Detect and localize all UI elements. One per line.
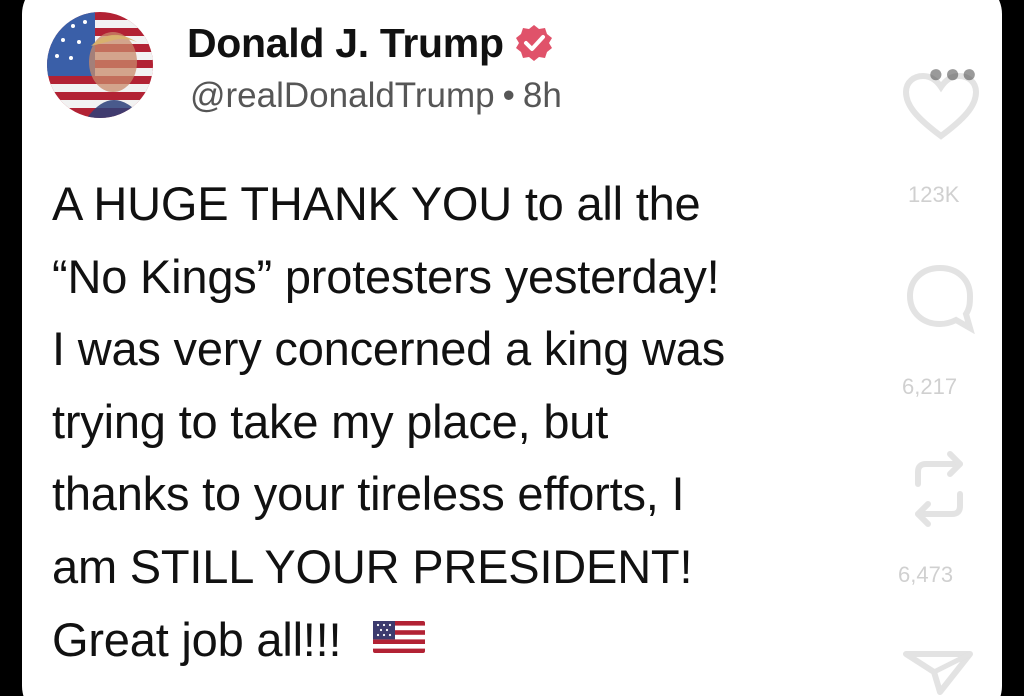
post-body: A HUGE THANK YOU to all the “No Kings” p…	[52, 168, 932, 679]
like-count: 123K	[908, 182, 960, 207]
verified-badge-icon	[514, 23, 554, 63]
author-row: Donald J. Trump	[187, 16, 554, 70]
post-text: A HUGE THANK YOU to all the “No Kings” p…	[52, 177, 726, 666]
handle-row: @realDonaldTrump • 8h	[190, 76, 562, 116]
author-name[interactable]: Donald J. Trump	[187, 20, 504, 67]
repost-icon[interactable]	[904, 450, 974, 533]
heart-icon[interactable]	[902, 72, 980, 147]
screenshot-stage: Donald J. Trump @realDonaldTrump • 8h ●●● …	[0, 0, 1024, 696]
comment-icon[interactable]	[904, 262, 976, 339]
avatar[interactable]	[47, 12, 153, 118]
share-icon[interactable]	[900, 646, 976, 696]
author-handle[interactable]: @realDonaldTrump	[190, 76, 495, 115]
separator-dot: •	[502, 76, 515, 115]
comment-count: 6,217	[902, 374, 958, 399]
us-flag-emoji	[373, 601, 426, 674]
repost-count: 6,473	[898, 562, 954, 587]
post-time[interactable]: 8h	[523, 76, 562, 115]
